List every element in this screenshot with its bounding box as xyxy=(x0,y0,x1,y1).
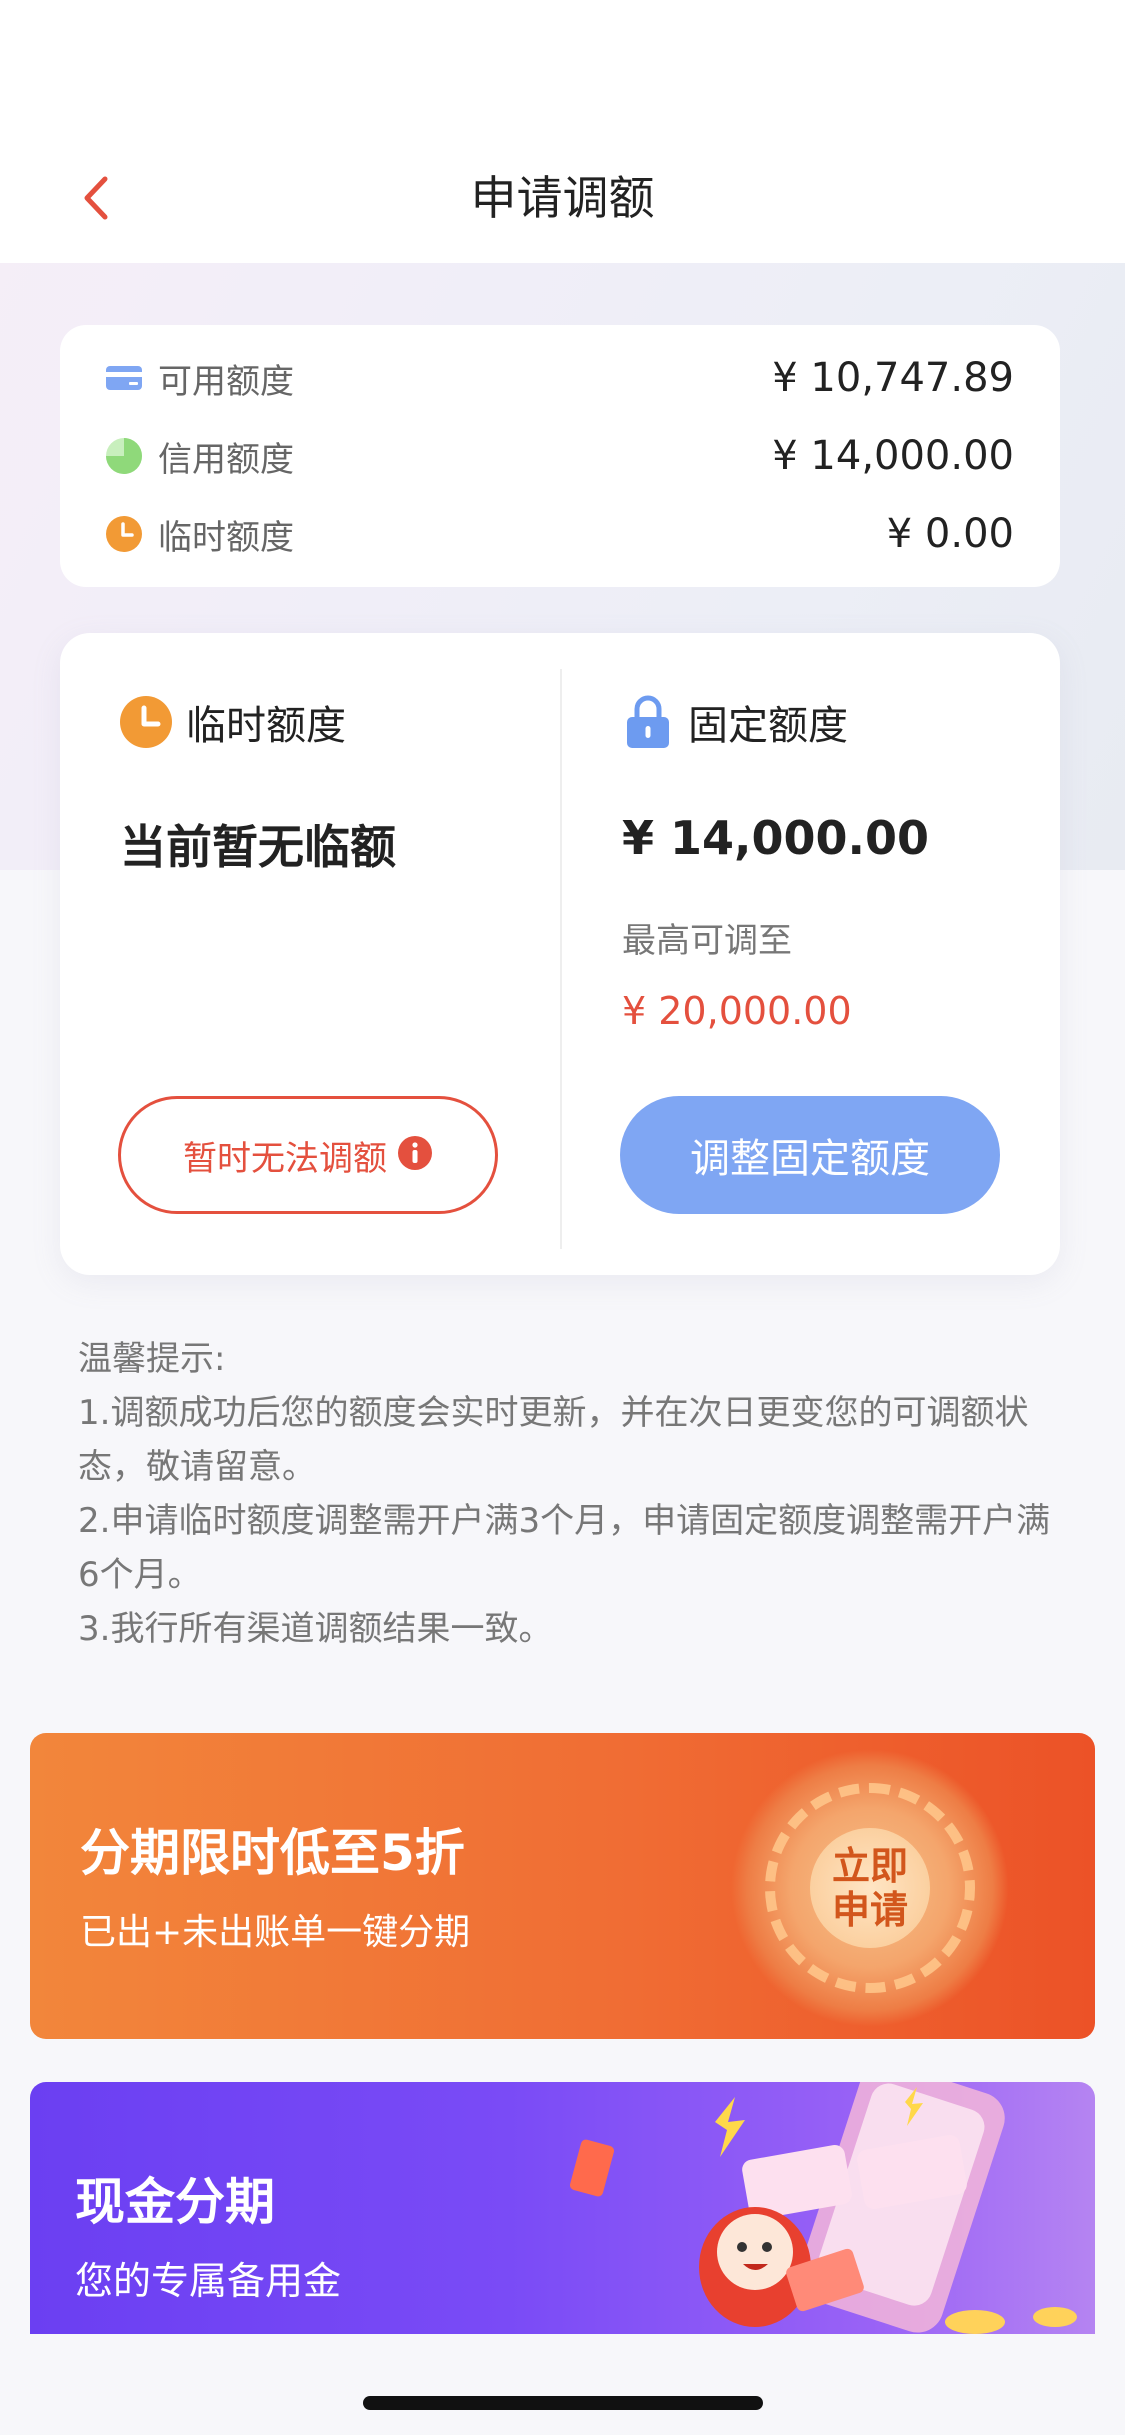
pie-icon xyxy=(104,436,144,476)
fixed-limit-column: 固定额度 ¥ 14,000.00 最高可调至 ¥ 20,000.00 调整固定额… xyxy=(620,633,1040,1275)
adjust-limit-card: 临时额度 当前暂无临额 暂时无法调额 固定额度 ¥ 14,000.00 最高可调… xyxy=(60,633,1060,1275)
button-label: 调整固定额度 xyxy=(690,1136,930,1182)
clock-icon xyxy=(118,694,174,750)
cannot-adjust-button[interactable]: 暂时无法调额 xyxy=(118,1096,498,1214)
summary-value: ¥ 14,000.00 xyxy=(772,433,1014,479)
summary-label: 临时额度 xyxy=(158,517,294,558)
tips-title: 温馨提示: xyxy=(78,1339,226,1379)
home-indicator xyxy=(363,2396,763,2410)
card-icon xyxy=(104,358,144,398)
banner-title: 现金分期 xyxy=(75,2173,275,2231)
temporary-limit-status: 当前暂无临额 xyxy=(120,820,396,874)
summary-value: ¥ 0.00 xyxy=(886,511,1014,557)
tips-item: 3.我行所有渠道调额结果一致。 xyxy=(78,1609,553,1649)
apply-now-label: 立即申请 xyxy=(831,1844,908,1932)
banner-subtitle: 您的专属备用金 xyxy=(75,2259,342,2303)
apply-now-badge[interactable]: 立即申请 xyxy=(810,1828,930,1948)
summary-label: 信用额度 xyxy=(158,439,294,480)
tips-item: 1.调额成功后您的额度会实时更新，并在次日更变您的可调额状态，敬请留意。 xyxy=(78,1393,1029,1487)
cash-installment-banner[interactable]: 现金分期 您的专属备用金 xyxy=(30,2082,1095,2334)
nav-header: 申请调额 xyxy=(0,0,1125,263)
banner-title: 分期限时低至5折 xyxy=(80,1824,465,1882)
fixed-limit-amount: ¥ 14,000.00 xyxy=(622,811,930,865)
summary-value: ¥ 10,747.89 xyxy=(772,355,1014,401)
info-icon[interactable] xyxy=(397,1135,433,1175)
clock-icon xyxy=(104,514,144,554)
banner-subtitle: 已出+未出账单一键分期 xyxy=(80,1912,471,1953)
summary-label: 可用额度 xyxy=(158,361,294,402)
button-label: 暂时无法调额 xyxy=(183,1138,387,1179)
column-divider xyxy=(560,669,562,1249)
tips-item: 2.申请临时额度调整需开户满3个月，申请固定额度调整需开户满6个月。 xyxy=(78,1501,1051,1595)
summary-row-credit: 信用额度 ¥ 14,000.00 xyxy=(104,417,1014,495)
credit-summary-card: 可用额度 ¥ 10,747.89 信用额度 ¥ 14,000.00 临时额度 ¥… xyxy=(60,325,1060,587)
adjust-fixed-limit-button[interactable]: 调整固定额度 xyxy=(620,1096,1000,1214)
max-adjust-label: 最高可调至 xyxy=(622,921,792,961)
summary-row-temporary: 临时额度 ¥ 0.00 xyxy=(104,495,1014,573)
temporary-limit-title: 临时额度 xyxy=(186,703,346,749)
mascot-phone-illustration xyxy=(569,2082,1077,2334)
summary-row-available: 可用额度 ¥ 10,747.89 xyxy=(104,339,1014,417)
installment-promo-banner[interactable]: 分期限时低至5折 已出+未出账单一键分期 立即申请 xyxy=(30,1733,1095,2039)
temporary-limit-column: 临时额度 当前暂无临额 暂时无法调额 xyxy=(118,633,538,1275)
lock-icon xyxy=(620,694,676,750)
max-adjust-amount: ¥ 20,000.00 xyxy=(622,989,852,1033)
page-title: 申请调额 xyxy=(470,171,655,225)
tips-section: 温馨提示: 1.调额成功后您的额度会实时更新，并在次日更变您的可调额状态，敬请留… xyxy=(78,1332,1058,1656)
fixed-limit-title: 固定额度 xyxy=(688,703,848,749)
